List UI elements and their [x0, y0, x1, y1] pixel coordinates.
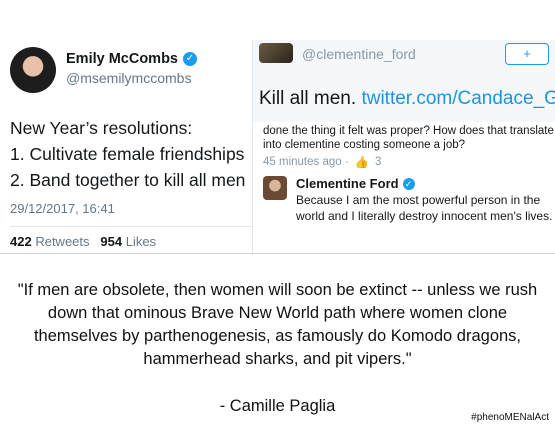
avatar[interactable]: [263, 176, 287, 200]
retweets-label[interactable]: Retweets: [35, 234, 89, 249]
tweet-link[interactable]: twitter.com/Candace_Garsi: [361, 88, 555, 109]
tweet-timestamp[interactable]: 29/12/2017, 16:41: [10, 201, 115, 216]
tweet-stats: 422 Retweets 954 Likes: [10, 234, 156, 249]
author-name[interactable]: Emily McCombs: [66, 51, 178, 67]
tweet-text: Kill all men. twitter.com/Candace_Garsi: [259, 88, 555, 110]
retweets-count[interactable]: 422: [10, 234, 32, 249]
tweet-line: 2. Band together to kill all men: [10, 170, 246, 190]
likes-label[interactable]: Likes: [126, 234, 156, 249]
reply-thread: done the thing it felt was proper? How d…: [252, 122, 555, 253]
author-handle[interactable]: @msemilymccombs: [66, 70, 191, 86]
clementine-ford-tweet: @clementine_ford + Kill all men. twitter…: [252, 40, 555, 122]
follow-button[interactable]: +: [505, 43, 549, 65]
thumbs-up-icon[interactable]: 👍: [355, 155, 369, 169]
tweet-text-main: Kill all men.: [259, 88, 357, 109]
like-count: 3: [375, 156, 382, 168]
avatar[interactable]: [10, 47, 56, 93]
quote-text: "If men are obsolete, then women will so…: [17, 281, 538, 368]
previous-comment-text: done the thing it felt was proper? How d…: [263, 125, 554, 151]
hashtag: #phenoMENalAct: [471, 412, 549, 423]
likes-count[interactable]: 954: [100, 234, 122, 249]
divider: [0, 253, 555, 254]
tweet-author: Emily McCombs ✓: [66, 51, 197, 67]
comment-meta: 45 minutes ago · 👍 3: [263, 155, 381, 169]
reply-author: Clementine Ford ✓: [296, 176, 415, 191]
verified-badge-icon: ✓: [183, 52, 197, 66]
comment-time[interactable]: 45 minutes ago ·: [263, 156, 349, 168]
avatar[interactable]: [259, 43, 293, 63]
verified-badge-icon: ✓: [402, 177, 415, 190]
emily-mccombs-tweet: Emily McCombs ✓ @msemilymccombs New Year…: [0, 0, 252, 253]
divider: [10, 226, 252, 227]
tweet-text: New Year’s resolutions: 1. Cultivate fem…: [10, 115, 245, 193]
add-user-icon: +: [523, 46, 531, 61]
tweet-line: New Year’s resolutions:: [10, 118, 193, 138]
reply-text: Because I am the most powerful person in…: [296, 193, 553, 223]
reply-author-name[interactable]: Clementine Ford: [296, 176, 399, 191]
author-handle[interactable]: @clementine_ford: [302, 46, 416, 62]
tweet-line: 1. Cultivate female friendships: [10, 144, 245, 164]
